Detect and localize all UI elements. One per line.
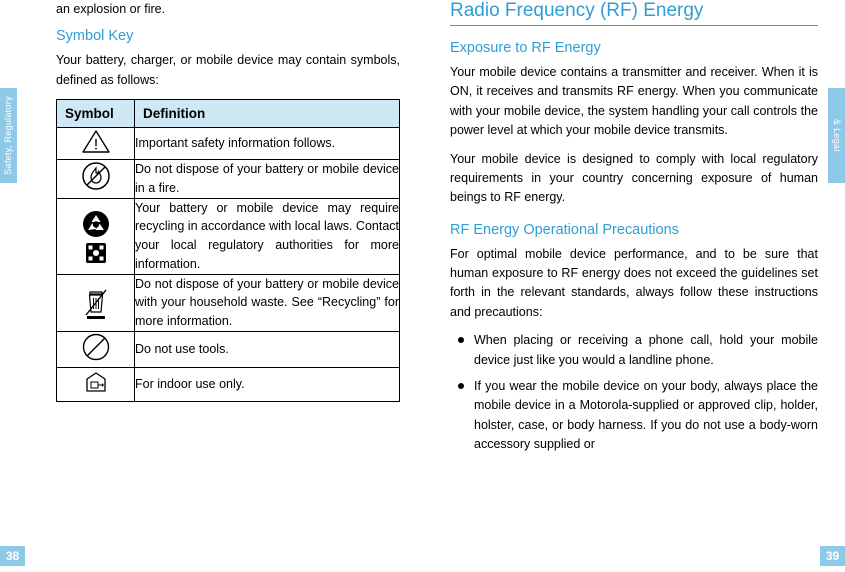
section-heading-exposure: Exposure to RF Energy xyxy=(450,40,601,56)
right-page-column: Radio Frequency (RF) Energy Exposure to … xyxy=(450,0,818,461)
symbol-key-intro: Your battery, charger, or mobile device … xyxy=(56,53,400,87)
paragraph: Your mobile device is designed to comply… xyxy=(450,151,818,205)
recycle-icon xyxy=(56,197,135,275)
page-number-left: 38 xyxy=(0,546,25,566)
section-heading-precautions: RF Energy Operational Precautions xyxy=(450,221,679,238)
table-cell-definition: For indoor use only. xyxy=(134,366,400,402)
crossed-out-wheelie-bin-icon xyxy=(56,273,135,332)
page-number-right: 39 xyxy=(820,546,845,566)
table-row: Important safety information follows. xyxy=(56,127,400,161)
symbol-key-heading: Symbol Key xyxy=(56,28,134,45)
continued-paragraph: an explosion or fire. xyxy=(56,2,166,16)
table-row: Do not dispose of your battery or mobile… xyxy=(56,273,400,332)
table-row: Do not dispose of your battery or mobile… xyxy=(56,159,400,199)
left-page-column: an explosion or fire. Symbol Key Your ba… xyxy=(56,0,400,402)
warning-triangle-icon xyxy=(56,127,135,161)
table-header-definition: Definition xyxy=(134,99,400,129)
precautions-list: When placing or receiving a phone call, … xyxy=(450,331,818,454)
sidebar-tab-left: Safety, Regulatory xyxy=(0,88,17,183)
symbol-key-table: Symbol Definition Important safety infor… xyxy=(56,99,400,402)
table-row: For indoor use only. xyxy=(56,366,400,402)
page-title: Radio Frequency (RF) Energy xyxy=(450,0,818,26)
list-item: If you wear the mobile device on your bo… xyxy=(450,377,818,455)
no-tools-icon xyxy=(56,330,135,368)
no-fire-icon xyxy=(56,159,135,199)
sidebar-tab-left-label: Safety, Regulatory xyxy=(2,96,13,175)
table-header-symbol: Symbol xyxy=(56,99,135,129)
indoor-use-icon xyxy=(56,366,135,402)
table-header-row: Symbol Definition xyxy=(56,99,400,129)
table-cell-definition: Do not use tools. xyxy=(134,330,400,368)
table-cell-definition: Do not dispose of your battery or mobile… xyxy=(134,159,400,199)
table-row: Your battery or mobile device may requir… xyxy=(56,197,400,275)
table-cell-definition: Do not dispose of your battery or mobile… xyxy=(134,273,400,332)
paragraph: For optimal mobile device performance, a… xyxy=(450,246,818,319)
sidebar-tab-right: & Legal xyxy=(828,88,845,183)
paragraph: Your mobile device contains a transmitte… xyxy=(450,65,818,138)
table-cell-definition: Your battery or mobile device may requir… xyxy=(134,197,400,275)
table-row: Do not use tools. xyxy=(56,330,400,368)
table-cell-definition: Important safety information follows. xyxy=(134,127,400,161)
sidebar-tab-right-label: & Legal xyxy=(832,119,843,152)
list-item: When placing or receiving a phone call, … xyxy=(450,331,818,370)
